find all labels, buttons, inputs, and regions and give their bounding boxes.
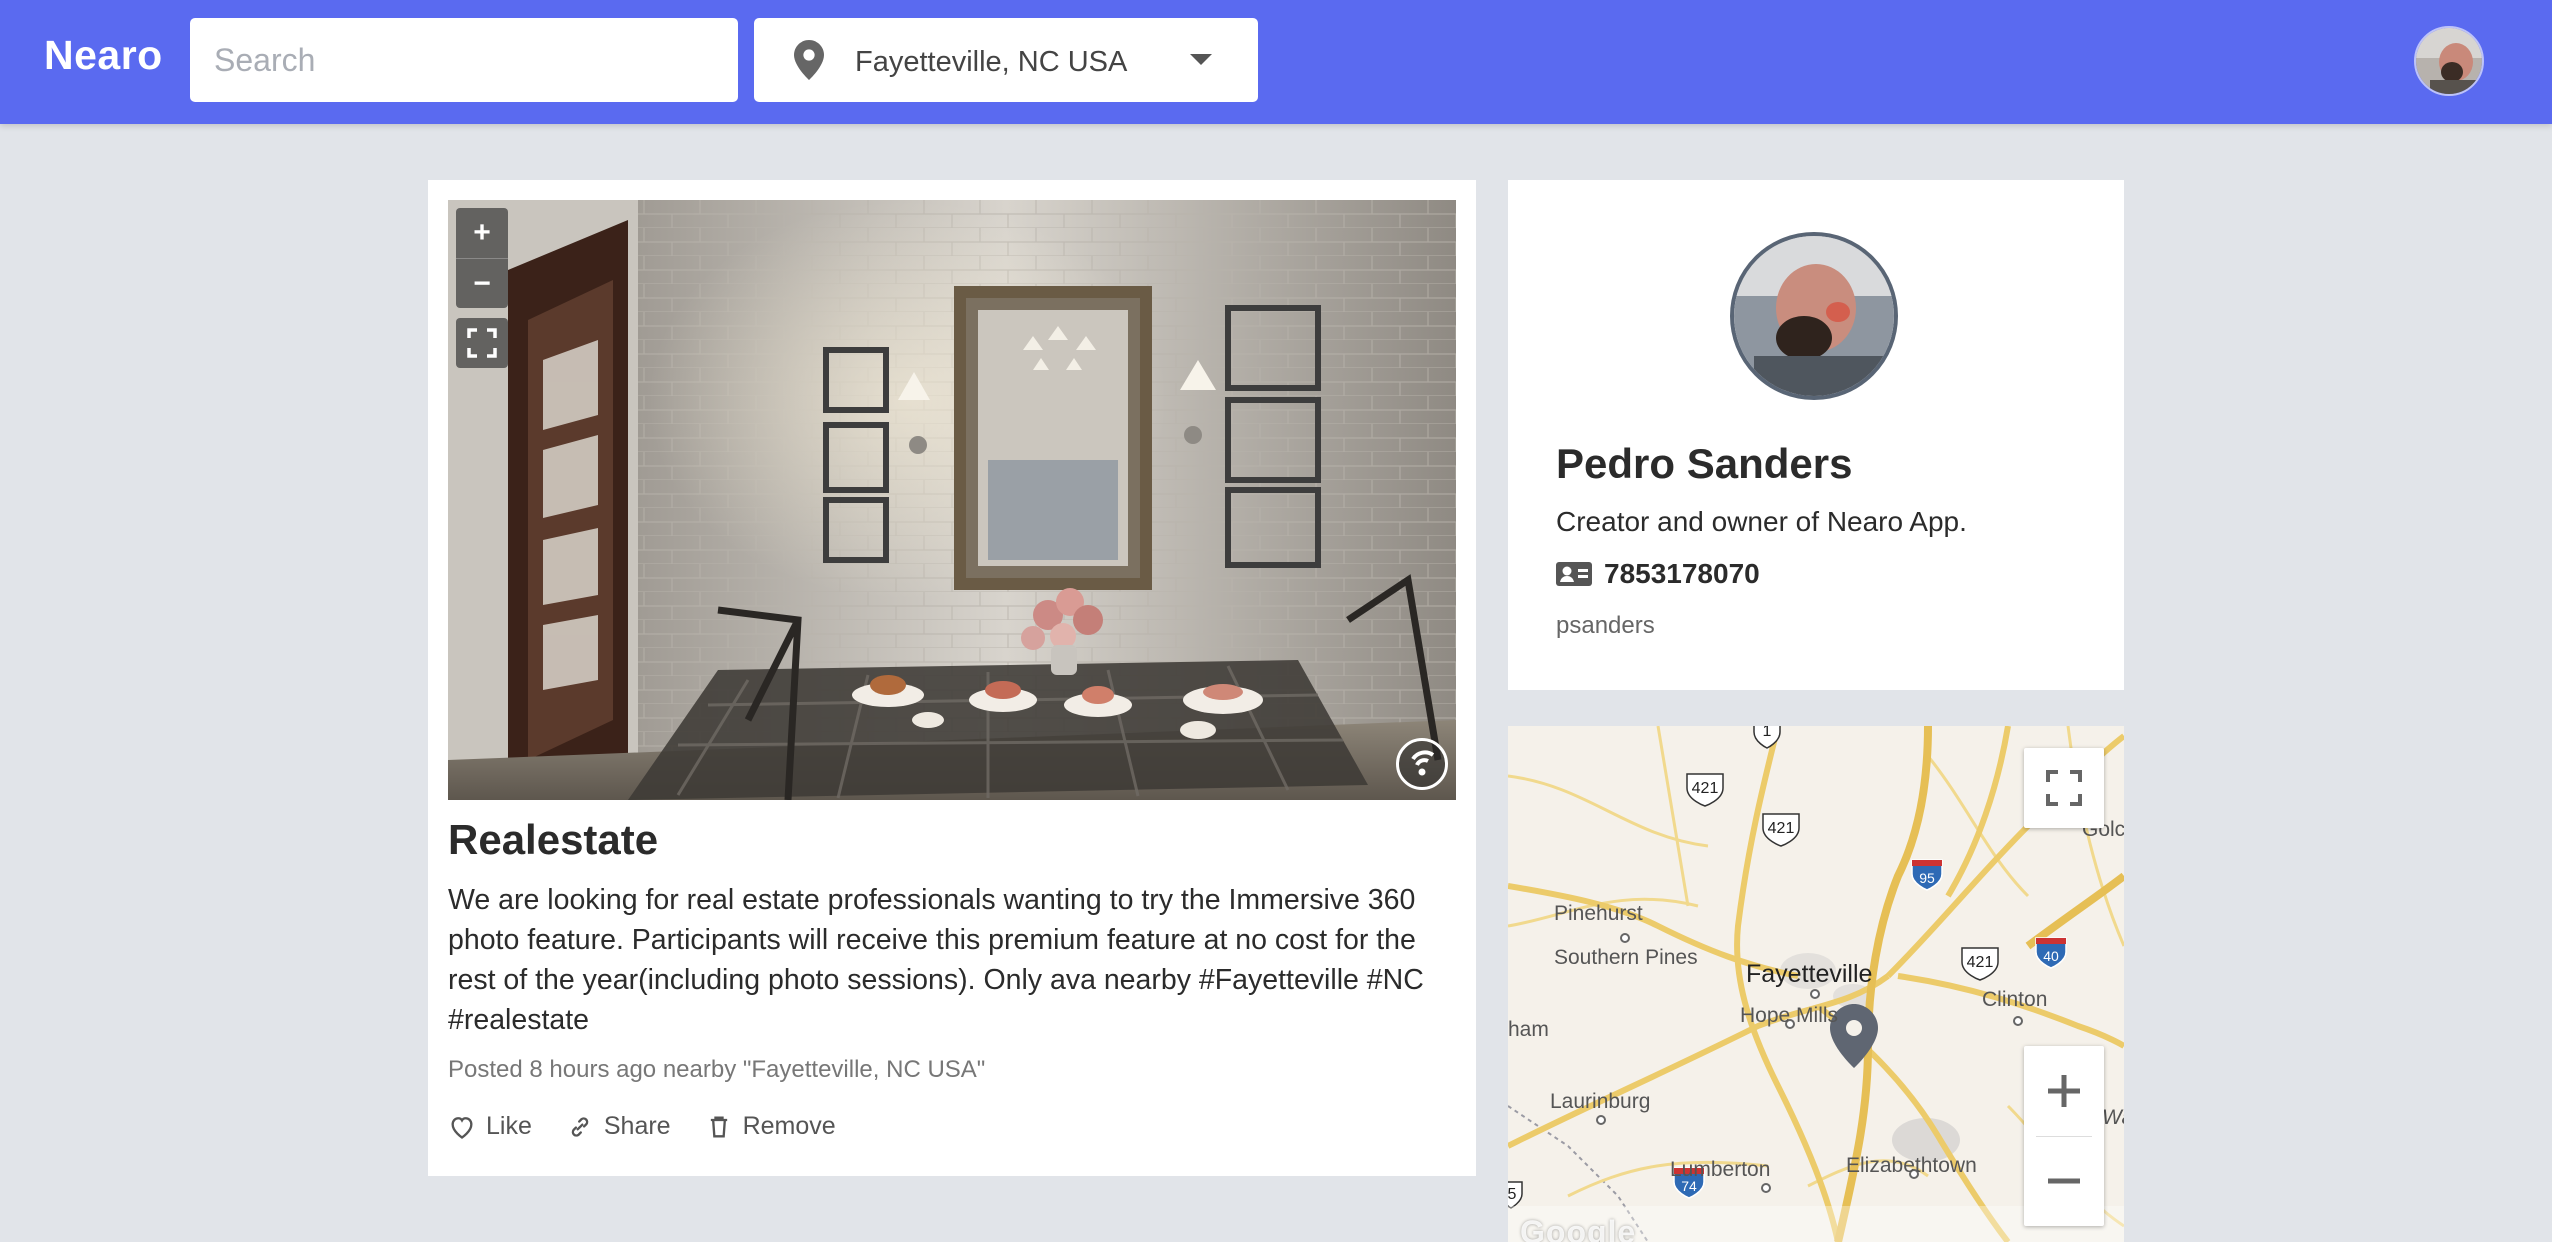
svg-text:421: 421 — [1692, 780, 1719, 797]
like-label: Like — [486, 1112, 532, 1140]
room-panorama-image — [448, 200, 1456, 800]
compass-icon[interactable] — [1396, 738, 1448, 790]
location-pin-icon — [794, 40, 824, 80]
map-fullscreen-button[interactable] — [2024, 748, 2104, 828]
profile-name: Pedro Sanders — [1556, 440, 1853, 487]
profile-card: Pedro Sanders Creator and owner of Nearo… — [1508, 180, 2124, 690]
post-card: + − Realestate We are looking for real e… — [428, 180, 1476, 1176]
map-label-ham: ham — [1508, 1018, 1549, 1041]
map-label-fayetteville: Fayetteville — [1746, 960, 1873, 988]
map-label-wa: Wa — [2102, 1106, 2124, 1129]
profile-username: psanders — [1556, 612, 1655, 639]
brand-logo[interactable]: Nearo — [44, 32, 163, 79]
svg-text:421: 421 — [1768, 820, 1795, 837]
location-select-value: Fayetteville, NC USA — [855, 46, 1128, 78]
contact-card-icon — [1556, 562, 1592, 586]
search-input[interactable] — [190, 18, 738, 102]
trash-icon — [710, 1116, 727, 1137]
map-label-hope-mills: Hope Mills — [1740, 1004, 1839, 1027]
link-icon — [571, 1116, 589, 1137]
post-title: Realestate — [448, 816, 659, 863]
location-select[interactable]: Fayetteville, NC USA — [754, 18, 1258, 102]
phone-number: 7853178070 — [1604, 558, 1760, 589]
share-button[interactable]: Share — [566, 1112, 671, 1141]
plus-icon — [2048, 1074, 2080, 1107]
top-app-bar: Nearo Fayetteville, NC USA — [0, 0, 2552, 124]
viewer-zoom-out-button[interactable]: − — [456, 258, 508, 308]
viewer-fullscreen-button[interactable] — [456, 318, 508, 368]
fullscreen-icon — [2046, 770, 2082, 806]
map-label-lumberton: Lumberton — [1670, 1158, 1771, 1181]
map-zoom-in-button[interactable] — [2024, 1046, 2104, 1136]
post-actions: Like Share Remove — [448, 1112, 836, 1141]
share-label: Share — [603, 1112, 671, 1140]
map-label-pinehurst: Pinehurst — [1554, 902, 1643, 925]
google-logo: Google — [1520, 1214, 1637, 1242]
remove-button[interactable]: Remove — [705, 1112, 836, 1141]
profile-bio: Creator and owner of Nearo App. — [1556, 506, 1967, 537]
chevron-down-icon — [1190, 54, 1212, 65]
svg-text:1: 1 — [1763, 726, 1772, 740]
svg-text:5: 5 — [1508, 1186, 1517, 1203]
map-label-laurinburg: Laurinburg — [1550, 1090, 1651, 1113]
map-label-southern-pines: Southern Pines — [1554, 946, 1698, 969]
svg-text:421: 421 — [1967, 954, 1994, 971]
user-avatar[interactable] — [2414, 26, 2484, 96]
fullscreen-icon — [467, 328, 497, 358]
post-body: We are looking for real estate professio… — [448, 884, 1424, 1036]
profile-phone[interactable]: 7853178070 — [1556, 558, 1760, 590]
map-zoom-out-button[interactable] — [2024, 1137, 2104, 1227]
profile-avatar[interactable] — [1730, 232, 1898, 400]
map-label-elizabethtown: Elizabethtown — [1846, 1154, 1977, 1177]
minus-icon — [2048, 1178, 2080, 1184]
viewer-zoom-in-button[interactable]: + — [456, 208, 508, 258]
remove-label: Remove — [742, 1112, 836, 1140]
post-meta: Posted 8 hours ago nearby "Fayetteville,… — [448, 1056, 986, 1083]
svg-text:95: 95 — [1919, 870, 1935, 886]
svg-text:40: 40 — [2043, 948, 2059, 964]
panorama-viewer[interactable]: + − — [448, 200, 1456, 800]
heart-icon — [451, 1116, 473, 1139]
map-label-clinton: Clinton — [1982, 988, 2048, 1011]
map-zoom-control — [2024, 1046, 2104, 1226]
map-widget[interactable]: 1 421 421 421 95 40 74 5 Pinehurst South… — [1508, 726, 2124, 1242]
like-button[interactable]: Like — [448, 1112, 532, 1141]
